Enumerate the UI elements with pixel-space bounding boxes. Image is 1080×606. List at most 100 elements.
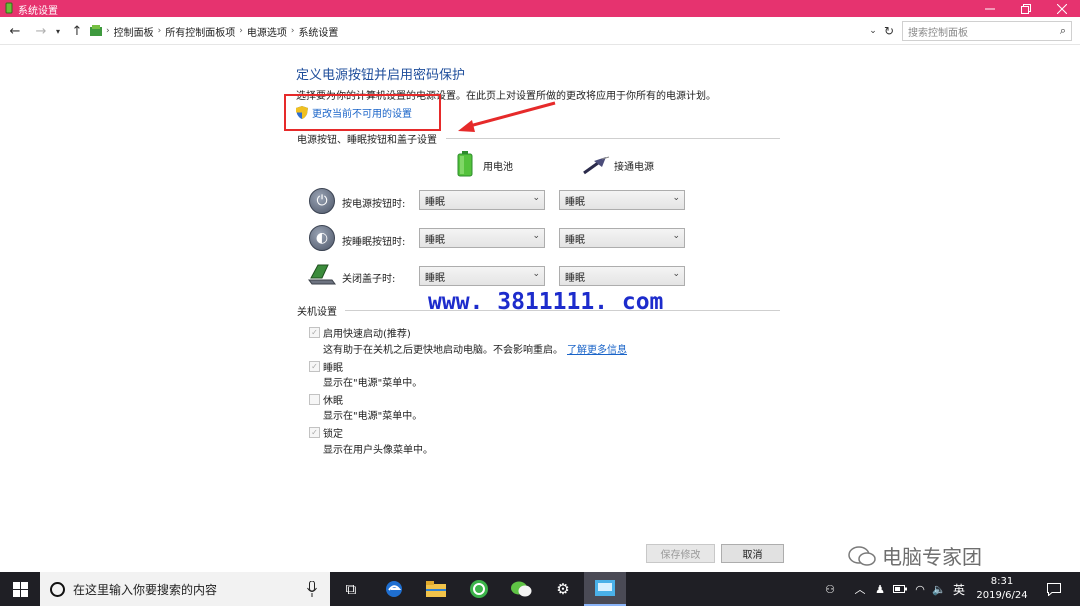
minimize-icon xyxy=(985,8,995,9)
crumb-all-items[interactable]: 所有控制面板项 xyxy=(161,24,239,39)
control-panel-taskbar-button[interactable] xyxy=(584,572,626,606)
sleep-option-description: 显示在"电源"菜单中。 xyxy=(323,378,423,389)
power-plug-icon xyxy=(583,156,610,175)
power-button-battery-select[interactable]: 睡眠 ⌄ xyxy=(419,190,545,210)
cancel-button[interactable]: 取消 xyxy=(721,544,784,563)
chevron-down-icon: ⌄ xyxy=(532,193,540,203)
address-dropdown-button[interactable]: ⌄ xyxy=(866,22,880,40)
battery-status-icon xyxy=(893,585,907,593)
arrow-left-icon: ← xyxy=(9,23,21,39)
input-method-indicator[interactable]: 英 xyxy=(950,572,968,606)
action-center-button[interactable] xyxy=(1044,572,1064,606)
row-label-power-button: 按电源按钮时: xyxy=(342,199,406,210)
control-panel-window-icon xyxy=(595,580,615,596)
checkmark-icon: ✓ xyxy=(311,328,318,337)
arrow-up-icon: ↑ xyxy=(71,23,83,39)
refresh-button[interactable]: ↻ xyxy=(880,22,898,40)
chevron-down-icon: ⌄ xyxy=(532,269,540,279)
power-button-plugged-select[interactable]: 睡眠 ⌄ xyxy=(559,190,685,210)
edge-browser-icon xyxy=(386,581,402,597)
hibernate-option-description: 显示在"电源"菜单中。 xyxy=(323,411,423,422)
row-label-lid-close: 关闭盖子时: xyxy=(342,274,396,285)
forward-button[interactable]: → xyxy=(32,22,50,40)
fast-startup-checkbox[interactable]: ✓ xyxy=(309,327,320,338)
qq-tray-button[interactable]: ♟ xyxy=(872,572,888,606)
checkmark-icon: ✓ xyxy=(311,428,318,437)
folder-icon xyxy=(426,581,446,597)
microphone-icon xyxy=(307,581,317,597)
start-button[interactable] xyxy=(0,572,40,606)
crumb-power-options[interactable]: 电源选项 xyxy=(243,24,291,39)
title-bar: 系统设置 xyxy=(0,0,1080,17)
select-value: 睡眠 xyxy=(565,272,585,284)
close-button[interactable] xyxy=(1044,0,1080,17)
chevron-down-icon: ⌄ xyxy=(672,231,680,241)
speaker-icon: 🔈 xyxy=(932,582,946,596)
search-placeholder: 搜索控制面板 xyxy=(908,27,968,39)
back-button[interactable]: ← xyxy=(6,22,24,40)
learn-more-link[interactable]: 了解更多信息 xyxy=(567,341,627,356)
up-button[interactable]: ↑ xyxy=(68,22,86,40)
recent-locations-button[interactable]: ▾ xyxy=(52,22,64,40)
watermark-text: www. 3811111. com xyxy=(428,289,664,315)
address-bar: ← → ▾ ↑ › 控制面板 › 所有控制面板项 › 电源选项 › 系统设置 ⌄… xyxy=(0,17,1080,45)
taskbar-clock[interactable]: 8:31 2019/6/24 xyxy=(970,575,1034,603)
close-icon xyxy=(1057,3,1067,14)
settings-taskbar-button[interactable]: ⚙ xyxy=(542,572,584,606)
hibernate-checkbox[interactable] xyxy=(309,394,320,405)
battery-tray-button[interactable] xyxy=(892,572,908,606)
file-explorer-taskbar-button[interactable] xyxy=(415,572,457,606)
wifi-icon: ◠ xyxy=(915,582,925,596)
sleep-button-plugged-select[interactable]: 睡眠 ⌄ xyxy=(559,228,685,248)
volume-tray-button[interactable]: 🔈 xyxy=(931,572,947,606)
lock-checkbox[interactable]: ✓ xyxy=(309,427,320,438)
shutdown-section-title: 关机设置 xyxy=(297,307,337,318)
taskbar-search-placeholder: 在这里输入你要搜索的内容 xyxy=(73,582,218,597)
green-browser-icon xyxy=(470,580,488,598)
save-button[interactable]: 保存修改 xyxy=(646,544,715,563)
browser-taskbar-button[interactable] xyxy=(458,572,500,606)
power-section-title: 电源按钮、睡眠按钮和盖子设置 xyxy=(297,135,437,146)
edge-taskbar-button[interactable] xyxy=(373,572,415,606)
qq-penguin-icon: ♟ xyxy=(875,582,885,596)
lock-option-label: 锁定 xyxy=(323,429,343,440)
wifi-tray-button[interactable]: ◠ xyxy=(912,572,928,606)
breadcrumb[interactable]: › 控制面板 › 所有控制面板项 › 电源选项 › 系统设置 xyxy=(88,21,898,41)
maximize-button[interactable] xyxy=(1008,0,1044,17)
select-value: 睡眠 xyxy=(565,234,585,246)
people-button[interactable]: ⚇ xyxy=(820,572,840,606)
sleep-option-label: 睡眠 xyxy=(323,363,343,374)
sleep-checkbox[interactable]: ✓ xyxy=(309,361,320,372)
search-input[interactable]: 搜索控制面板 ⌕ xyxy=(902,21,1072,41)
refresh-icon: ↻ xyxy=(883,24,895,38)
show-hidden-icons-button[interactable]: ︿ xyxy=(852,572,868,606)
chevron-down-icon: ⌄ xyxy=(672,269,680,279)
select-value: 睡眠 xyxy=(565,196,585,208)
column-header-plugged: 接通电源 xyxy=(614,162,654,173)
task-view-icon: ⧉ xyxy=(345,580,357,598)
cortana-icon xyxy=(50,582,65,597)
fast-startup-label: 启用快速启动(推荐) xyxy=(323,329,411,340)
lock-option-description: 显示在用户头像菜单中。 xyxy=(323,445,433,456)
sleep-button-icon: ◐ xyxy=(309,225,335,251)
sleep-button-battery-select[interactable]: 睡眠 ⌄ xyxy=(419,228,545,248)
people-icon: ⚇ xyxy=(825,582,835,596)
lid-close-battery-select[interactable]: 睡眠 ⌄ xyxy=(419,266,545,286)
minimize-button[interactable] xyxy=(972,0,1008,17)
wechat-taskbar-button[interactable] xyxy=(500,572,542,606)
crumb-system-settings[interactable]: 系统设置 xyxy=(294,24,342,39)
annotation-arrow-icon xyxy=(458,101,556,132)
taskbar-search-box[interactable]: 在这里输入你要搜索的内容 xyxy=(40,572,330,606)
windows-logo-icon xyxy=(12,581,28,597)
chevron-down-icon: ⌄ xyxy=(869,26,877,36)
row-label-sleep-button: 按睡眠按钮时: xyxy=(342,237,406,248)
task-view-button[interactable]: ⧉ xyxy=(330,572,372,606)
restore-icon xyxy=(1021,3,1031,14)
crumb-control-panel[interactable]: 控制面板 xyxy=(110,24,158,39)
clock-date: 2019/6/24 xyxy=(976,590,1028,601)
power-options-app-icon xyxy=(5,2,13,14)
section-divider xyxy=(345,310,780,311)
laptop-lid-icon xyxy=(308,264,336,285)
taskbar: 在这里输入你要搜索的内容 ⧉ ⚙ ⚇ ︿ ♟ ◠ 🔈 英 8:31 2019/6… xyxy=(0,572,1080,606)
lid-close-plugged-select[interactable]: 睡眠 ⌄ xyxy=(559,266,685,286)
